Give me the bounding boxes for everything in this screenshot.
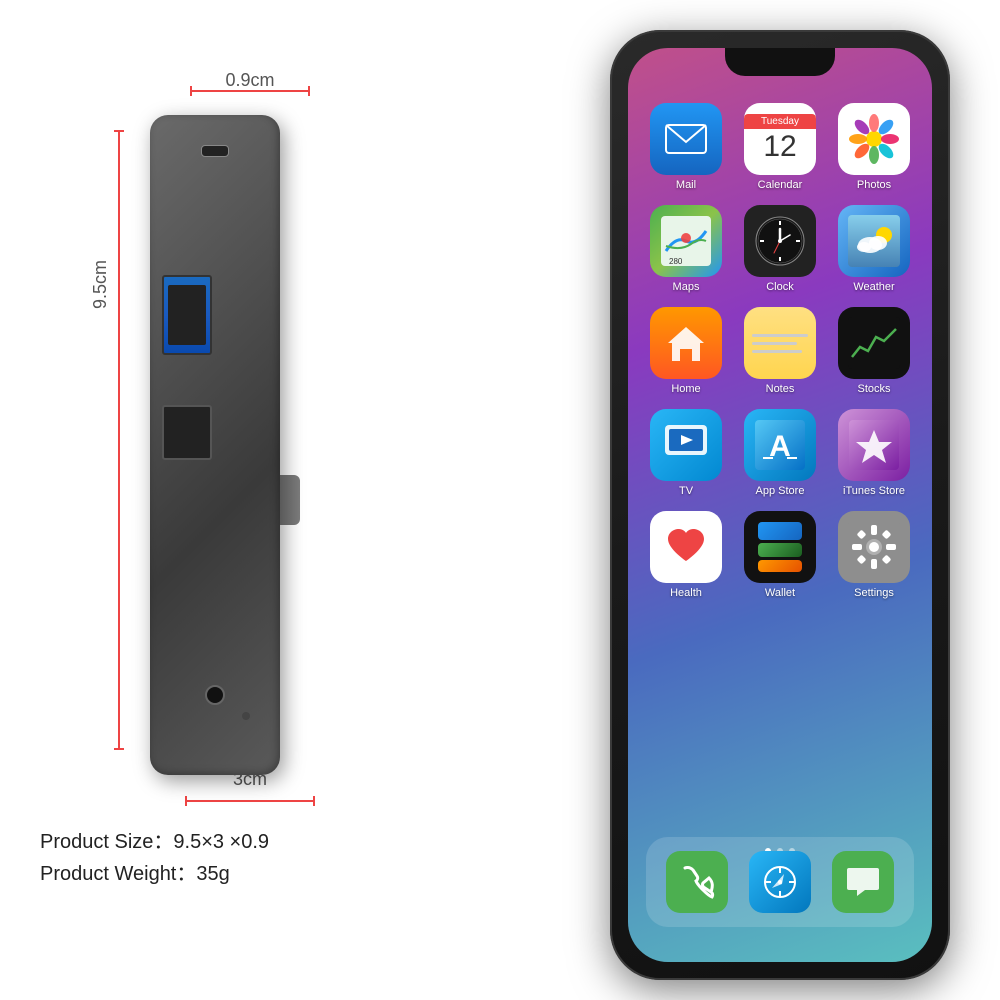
settings-icon: [838, 511, 910, 583]
notes-label: Notes: [766, 383, 795, 395]
home-icon: [650, 307, 722, 379]
dock-messages[interactable]: [832, 851, 894, 913]
app-settings[interactable]: Settings: [834, 511, 914, 599]
settings-label: Settings: [854, 587, 894, 599]
app-notes[interactable]: Notes: [740, 307, 820, 395]
app-clock[interactable]: Clock: [740, 205, 820, 293]
usbc-port: [201, 145, 229, 157]
dimension-width-line: [190, 90, 310, 92]
weight-label: Product Weight：: [40, 863, 196, 885]
home-label: Home: [671, 383, 700, 395]
phone-section: Mail Tuesday 12 Calendar: [580, 20, 1000, 990]
appstore-icon: A: [744, 409, 816, 481]
app-health[interactable]: Health: [646, 511, 726, 599]
product-specs: Product Size：9.5×3 ×0.9 Product Weight：3…: [40, 826, 269, 890]
dimension-height-line: [118, 130, 120, 750]
dock-phone[interactable]: [666, 851, 728, 913]
mail-label: Mail: [676, 179, 696, 191]
clock-label: Clock: [766, 281, 794, 293]
notes-icon: [744, 307, 816, 379]
stocks-label: Stocks: [857, 383, 890, 395]
app-itunes[interactable]: iTunes Store: [834, 409, 914, 497]
dimension-width-label: 0.9cm: [190, 70, 310, 91]
weather-icon: [838, 205, 910, 277]
weight-value: 35g: [196, 863, 229, 885]
led-indicator: [242, 712, 250, 720]
phone-screen: Mail Tuesday 12 Calendar: [628, 48, 932, 962]
photos-icon: [838, 103, 910, 175]
phone-dock: [646, 837, 914, 927]
app-home[interactable]: Home: [646, 307, 726, 395]
dock-safari[interactable]: [749, 851, 811, 913]
size-spec: Product Size：9.5×3 ×0.9: [40, 826, 269, 858]
usba-port-inner: [168, 285, 206, 345]
app-weather[interactable]: Weather: [834, 205, 914, 293]
tv-icon: [650, 409, 722, 481]
size-value: 9.5×3 ×0.9: [173, 831, 269, 853]
app-mail[interactable]: Mail: [646, 103, 726, 191]
calendar-label: Calendar: [758, 179, 803, 191]
app-tv[interactable]: TV: [646, 409, 726, 497]
mail-icon: [650, 103, 722, 175]
dimension-height-label: 9.5cm: [90, 260, 111, 309]
sd-card-slot: [162, 405, 212, 460]
itunes-icon: [838, 409, 910, 481]
phone-body: Mail Tuesday 12 Calendar: [610, 30, 950, 980]
dimension-depth-line: [185, 800, 315, 802]
photos-label: Photos: [857, 179, 891, 191]
app-wallet[interactable]: Wallet: [740, 511, 820, 599]
maps-icon: 280: [650, 205, 722, 277]
app-photos[interactable]: Photos: [834, 103, 914, 191]
phone-notch: [725, 48, 835, 76]
usba-port: [162, 275, 212, 355]
side-connector: [280, 475, 300, 525]
clock-icon: [744, 205, 816, 277]
app-maps[interactable]: 280 Maps: [646, 205, 726, 293]
svg-text:280: 280: [669, 257, 683, 266]
wallet-label: Wallet: [765, 587, 795, 599]
maps-label: Maps: [673, 281, 700, 293]
app-stocks[interactable]: Stocks: [834, 307, 914, 395]
calendar-icon: Tuesday 12: [744, 103, 816, 175]
wallet-icon: [744, 511, 816, 583]
appstore-label: App Store: [756, 485, 805, 497]
app-calendar[interactable]: Tuesday 12 Calendar: [740, 103, 820, 191]
weight-spec: Product Weight：35g: [40, 858, 269, 890]
hub-device: [150, 115, 280, 775]
itunes-label: iTunes Store: [843, 485, 905, 497]
stocks-icon: [838, 307, 910, 379]
audio-jack: [205, 685, 225, 705]
size-label: Product Size：: [40, 831, 173, 853]
product-section: 0.9cm 9.5cm 3cm Product Size：9.5×3 ×0.9 …: [30, 60, 530, 910]
app-appstore[interactable]: A App Store: [740, 409, 820, 497]
app-grid: Mail Tuesday 12 Calendar: [638, 103, 922, 599]
tv-label: TV: [679, 485, 693, 497]
health-icon: [650, 511, 722, 583]
weather-label: Weather: [853, 281, 894, 293]
health-label: Health: [670, 587, 702, 599]
